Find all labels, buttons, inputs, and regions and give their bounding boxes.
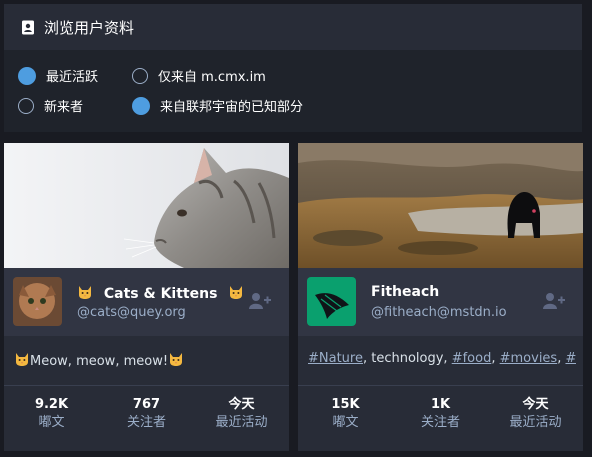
- display-name-text: Cats & Kittens: [103, 286, 218, 302]
- stat-label: 嘟文: [38, 415, 65, 430]
- display-name[interactable]: Fitheach: [371, 284, 439, 300]
- account-card[interactable]: Fitheach @fitheach@mstdn.io #Nature, tec…: [298, 143, 583, 451]
- filter-label: 来自联邦宇宙的已知部分: [160, 100, 304, 115]
- display-name[interactable]: Cats & Kittens: [77, 284, 244, 302]
- account-bio: #Nature, technology, #food, #movies, #..…: [308, 351, 576, 366]
- profile-directory: 浏览用户资料 最近活跃 仅来自 m.cmx.im 新来者 来自联邦宇宙的已知部分: [0, 0, 592, 457]
- radio-unchecked-icon[interactable]: [18, 97, 34, 114]
- account-card[interactable]: Cats & Kittens @cats@quey.org Meow, meow…: [4, 143, 289, 451]
- stat-followers: 767 关注者: [99, 396, 194, 444]
- account-bio: Meow, meow, meow!: [14, 351, 282, 369]
- bio-text: Meow, meow, meow!: [30, 354, 169, 369]
- user-plus-icon[interactable]: [249, 292, 271, 310]
- stat-value: 15K: [331, 397, 360, 412]
- stat-value: 1K: [430, 397, 451, 412]
- cat-emoji-icon: [79, 286, 91, 299]
- stat-posts: 15K 嘟文: [298, 396, 393, 444]
- divider: [298, 385, 583, 386]
- radio-unchecked-icon[interactable]: [132, 67, 148, 84]
- filter-recently-active[interactable]: 最近活跃: [18, 66, 98, 85]
- filter-label: 仅来自 m.cmx.im: [158, 70, 266, 85]
- account-handle: @cats@quey.org: [77, 305, 186, 320]
- stat-label: 最近活动: [215, 415, 268, 430]
- filter-newcomers[interactable]: 新来者: [18, 96, 83, 115]
- stat-label: 关注者: [420, 415, 460, 430]
- cat-emoji-icon: [170, 353, 183, 366]
- follow-button[interactable]: [543, 292, 565, 310]
- stat-value: 767: [132, 397, 161, 412]
- account-header-image: [298, 143, 583, 268]
- stat-label: 嘟文: [332, 415, 359, 430]
- avatar[interactable]: [307, 277, 356, 326]
- stat-value: 9.2K: [34, 397, 69, 412]
- directory-filters: 最近活跃 仅来自 m.cmx.im 新来者 来自联邦宇宙的已知部分: [4, 50, 582, 132]
- page-title: 浏览用户资料: [44, 18, 135, 37]
- stat-label: 关注者: [126, 415, 166, 430]
- stat-posts: 9.2K 嘟文: [4, 396, 99, 444]
- bio-text: , technology,: [362, 351, 452, 366]
- hashtag-link[interactable]: #Nature: [308, 351, 363, 366]
- account-stats: 15K 嘟文 1K 关注者 今天 最近活动: [298, 396, 583, 444]
- stat-followers: 1K 关注者: [393, 396, 488, 444]
- filter-local-only[interactable]: 仅来自 m.cmx.im: [132, 66, 266, 85]
- address-book-icon: [20, 19, 36, 35]
- column-header: 浏览用户资料: [4, 4, 582, 50]
- avatar[interactable]: [13, 277, 62, 326]
- radio-checked-icon[interactable]: [18, 66, 36, 85]
- stat-value: 今天: [522, 397, 549, 412]
- stat-last-active: 今天 最近活动: [194, 396, 289, 444]
- radio-checked-icon[interactable]: [132, 96, 150, 115]
- hashtag-link[interactable]: #food: [452, 351, 492, 366]
- account-header-image: [4, 143, 289, 268]
- stat-label: 最近活动: [509, 415, 562, 430]
- hashtag-link[interactable]: #movies: [500, 351, 558, 366]
- user-plus-icon[interactable]: [543, 292, 565, 310]
- stat-last-active: 今天 最近活动: [488, 396, 583, 444]
- account-stats: 9.2K 嘟文 767 关注者 今天 最近活动: [4, 396, 289, 444]
- cat-emoji-icon: [230, 286, 243, 299]
- bio-text: ,: [491, 351, 500, 366]
- account-handle: @fitheach@mstdn.io: [371, 305, 507, 320]
- filter-label: 新来者: [44, 100, 84, 115]
- filter-known-fediverse[interactable]: 来自联邦宇宙的已知部分: [132, 96, 303, 115]
- account-info-bar: Cats & Kittens @cats@quey.org: [4, 268, 289, 336]
- hashtag-link[interactable]: #...: [565, 351, 576, 366]
- stat-value: 今天: [228, 397, 255, 412]
- divider: [4, 385, 289, 386]
- account-info-bar: Fitheach @fitheach@mstdn.io: [298, 268, 583, 336]
- cat-emoji-icon: [16, 353, 28, 366]
- follow-button[interactable]: [249, 292, 271, 310]
- filter-label: 最近活跃: [46, 70, 99, 85]
